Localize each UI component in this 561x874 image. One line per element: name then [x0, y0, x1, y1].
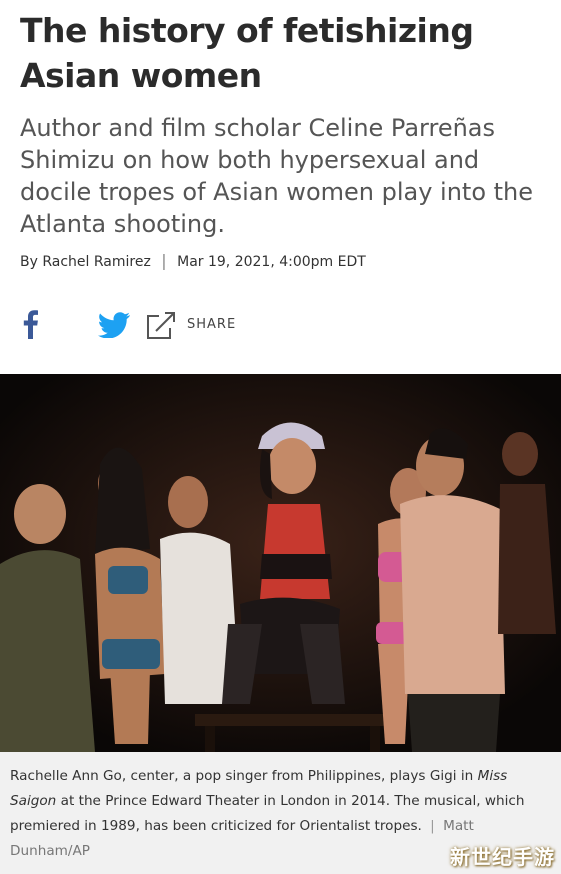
article-headline: The history of fetishizing Asian women	[20, 11, 474, 95]
stage-photo	[0, 374, 561, 752]
facebook-icon[interactable]	[20, 308, 40, 340]
caption-text-1: Rachelle Ann Go, center, a pop singer fr…	[10, 768, 478, 784]
publish-timestamp: Mar 19, 2021, 4:00pm EDT	[177, 254, 366, 270]
byline: By Rachel Ramirez | Mar 19, 2021, 4:00pm…	[20, 251, 366, 270]
photo-caption-box: Rachelle Ann Go, center, a pop singer fr…	[0, 752, 561, 874]
article-dek: Author and film scholar Celine Parreñas …	[20, 114, 534, 238]
byline-prefix: By	[20, 254, 38, 270]
caption-separator: |	[430, 818, 435, 834]
author-link[interactable]: Rachel Ramirez	[42, 254, 150, 270]
share-label[interactable]: SHARE	[187, 317, 236, 332]
share-icon[interactable]	[145, 310, 177, 340]
share-row: SHARE	[18, 308, 318, 342]
watermark: 新世纪手游	[450, 845, 555, 869]
byline-separator: |	[161, 251, 167, 270]
twitter-icon[interactable]	[97, 312, 131, 339]
